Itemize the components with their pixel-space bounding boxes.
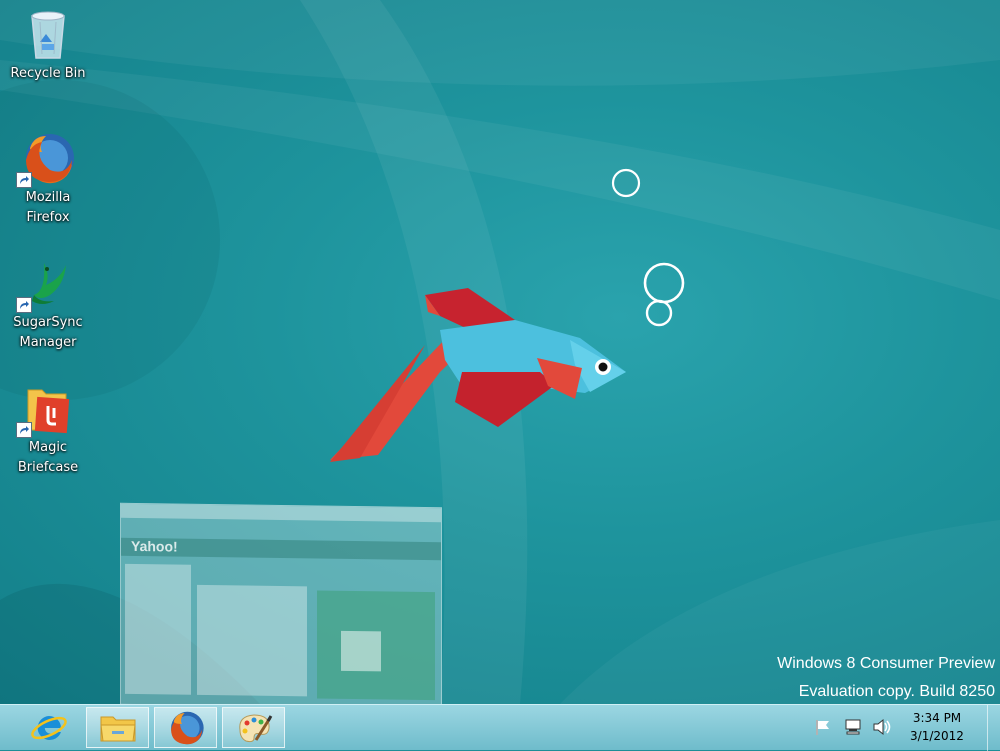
desktop-icon-label-line1: SugarSync	[13, 315, 83, 330]
shortcut-arrow-icon	[16, 297, 32, 313]
desktop-icon-firefox[interactable]: Mozilla Firefox	[6, 130, 90, 228]
taskbar-button-internet-explorer[interactable]	[17, 707, 80, 748]
aero-peek-window-preview: Yahoo!	[120, 502, 442, 704]
ghost-window-logo: Yahoo!	[131, 537, 178, 555]
desktop-icon-sugarsync[interactable]: SugarSync Manager	[6, 255, 90, 353]
ie-icon	[30, 715, 67, 740]
desktop-icon-magic-briefcase[interactable]: Magic Briefcase	[6, 380, 90, 478]
network-icon[interactable]	[843, 717, 863, 737]
desktop-icon-label-line1: Mozilla	[25, 190, 71, 205]
firefox-icon	[170, 711, 204, 744]
action-center-flag-icon[interactable]	[813, 717, 833, 737]
desktop-icon-label: Recycle Bin	[10, 66, 86, 81]
folder-icon	[99, 716, 136, 741]
paint-icon	[238, 713, 272, 742]
taskbar-button-paint[interactable]	[222, 707, 285, 748]
desktop-icon-label-line2: Briefcase	[17, 460, 79, 475]
desktop-icon-recycle-bin[interactable]: Recycle Bin	[6, 6, 90, 84]
watermark-line-2: Evaluation copy. Build 8250	[798, 683, 995, 700]
desktop-icon-label-line2: Manager	[19, 335, 77, 350]
clock-time: 3:34 PM	[912, 711, 962, 725]
taskbar-button-file-explorer[interactable]	[86, 707, 149, 748]
taskbar: 3:34 PM 3/1/2012	[0, 704, 1000, 751]
firefox-icon	[16, 130, 76, 188]
shortcut-arrow-icon	[16, 172, 32, 188]
sugarsync-icon	[16, 255, 76, 313]
recycle-bin-icon	[20, 6, 76, 62]
evaluation-watermark: Windows 8 Consumer Preview Evaluation co…	[777, 650, 995, 704]
watermark-line-1: Windows 8 Consumer Preview	[777, 655, 995, 672]
taskbar-button-firefox[interactable]	[154, 707, 217, 748]
magic-briefcase-icon	[16, 380, 76, 438]
volume-icon[interactable]	[871, 717, 891, 737]
taskbar-clock[interactable]: 3:34 PM 3/1/2012	[902, 709, 972, 745]
shortcut-arrow-icon	[16, 422, 32, 438]
desktop[interactable]: Recycle Bin Mozilla Firefox SugarSync Ma…	[0, 0, 1000, 704]
desktop-icon-label-line2: Firefox	[26, 210, 70, 225]
show-desktop-button[interactable]	[987, 705, 1000, 751]
desktop-icon-label-line1: Magic	[28, 440, 68, 455]
clock-date: 3/1/2012	[910, 729, 964, 743]
